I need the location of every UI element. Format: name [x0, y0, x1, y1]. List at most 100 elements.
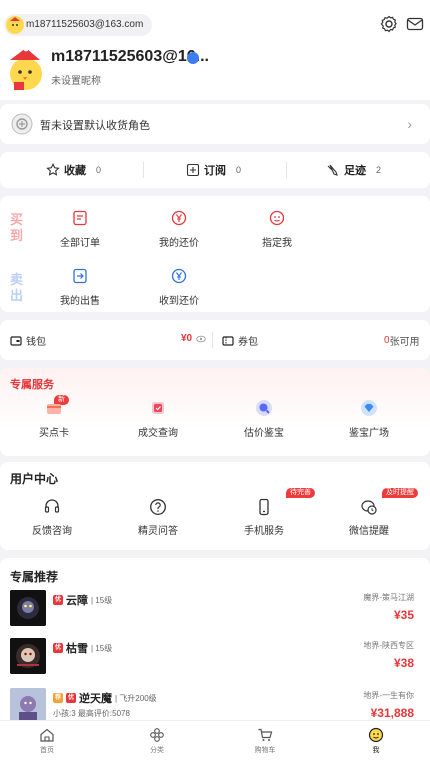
appraise-button[interactable]: 估价鉴宝 — [224, 398, 304, 439]
subscribe-icon — [186, 163, 200, 177]
my-counteroffer-button[interactable]: 我的还价 — [139, 210, 219, 249]
subscribe-count: 0 — [236, 165, 242, 175]
wallet-amount-group[interactable]: ¥0 — [181, 333, 206, 344]
list-item[interactable]: 优 云障 | 15级 魔界-策马江湖 ¥35 — [0, 590, 430, 638]
my-sales-button[interactable]: 我的出售 — [40, 268, 120, 307]
chevron-right-icon: › — [407, 116, 412, 132]
qa-button[interactable]: 精灵问答 — [118, 498, 198, 537]
received-counteroffer-button[interactable]: 收到还价 — [139, 268, 219, 307]
orders-section: 买到 卖出 全部订单 我的还价 指定我 我的出售 收到还价 — [0, 196, 430, 312]
phone-service-button[interactable]: 手机服务 — [224, 498, 304, 537]
buy-card-button[interactable]: 买点卡 — [14, 398, 94, 439]
all-orders-label: 全部订单 — [60, 238, 100, 249]
avatar[interactable] — [6, 46, 44, 94]
eye-icon[interactable] — [196, 334, 206, 344]
item-name-group: 荐 优 逆天魔 | 飞升200级 — [53, 690, 157, 706]
category-icon — [150, 728, 164, 742]
my-counteroffer-label: 我的还价 — [159, 238, 199, 249]
sell-icon — [73, 268, 87, 284]
tab-home-label: 首页 — [40, 747, 54, 754]
wechat-icon — [361, 500, 377, 515]
headset-icon — [44, 499, 60, 513]
coupon-label: 券包 — [238, 337, 258, 348]
me-icon — [368, 727, 384, 743]
subscribe-button[interactable]: 订阅 0 — [186, 162, 241, 178]
user-center-title: 用户中心 — [10, 472, 59, 486]
item-server: 地界-陕西专区 — [363, 641, 414, 650]
card-icon — [47, 404, 61, 414]
wallet-icon — [10, 335, 22, 346]
item-name: 逆天魔 — [79, 693, 112, 705]
item-price: ¥31,888 — [370, 706, 414, 720]
list-item[interactable]: 优 枯雪 | 15级 地界-陕西专区 ¥38 — [0, 638, 430, 686]
wechat-timely-badge: 及时提醒 — [382, 488, 418, 498]
gear-icon[interactable] — [379, 14, 399, 34]
seller-badge: 优 — [53, 643, 63, 653]
account-pill[interactable]: m18711525603@163.com — [4, 14, 153, 36]
wallet-button[interactable]: 钱包 — [10, 333, 46, 348]
username: m18711525603@16... — [51, 48, 209, 65]
favorites-button[interactable]: 收藏 0 — [46, 162, 101, 178]
deal-query-button[interactable]: 成交查询 — [118, 398, 198, 439]
role-text: 暂未设置默认收货角色 — [40, 120, 150, 132]
my-sales-label: 我的出售 — [60, 296, 100, 307]
item-level: | 15级 — [91, 595, 113, 605]
item-name: 枯雪 — [66, 643, 88, 655]
deal-query-label: 成交查询 — [138, 428, 178, 439]
sell-side-label: 卖出 — [10, 272, 24, 303]
item-server: 地界-一生有你 — [363, 691, 414, 700]
item-thumbnail — [10, 590, 46, 626]
wallet-amount: ¥0 — [181, 333, 193, 344]
item-level: | 15级 — [91, 643, 113, 653]
tab-cart[interactable]: 购物车 — [235, 727, 295, 755]
profile-section: m18711525603@16... 未设置昵称 — [0, 44, 430, 100]
item-price: ¥38 — [393, 656, 414, 670]
wallet-row: 钱包 ¥0 券包 0 张可用 — [0, 320, 430, 360]
yen-icon — [171, 210, 187, 226]
appraise-label: 估价鉴宝 — [244, 428, 284, 439]
recommend-title: 专属推荐 — [10, 570, 59, 584]
coupon-button[interactable]: 券包 — [222, 333, 258, 348]
appraise-square-button[interactable]: 鉴宝广场 — [329, 398, 409, 439]
exclusive-service-title: 专属服务 — [10, 379, 54, 391]
wallet-label: 钱包 — [26, 337, 46, 348]
footprint-icon — [327, 164, 338, 176]
home-icon — [40, 728, 54, 742]
tab-category[interactable]: 分类 — [127, 727, 187, 755]
buy-card-label: 买点卡 — [39, 428, 69, 439]
buy-side-label: 买到 — [10, 212, 24, 243]
assigned-me-button[interactable]: 指定我 — [237, 210, 317, 249]
default-role-row[interactable]: 暂未设置默认收货角色 › — [0, 104, 430, 144]
assigned-me-label: 指定我 — [262, 238, 292, 249]
wechat-reminder-button[interactable]: 微信提醒 — [329, 498, 409, 537]
tab-category-label: 分类 — [150, 747, 164, 754]
item-name-group: 优 枯雪 | 15级 — [53, 640, 112, 656]
order-list-icon — [73, 210, 87, 226]
mail-icon[interactable] — [405, 14, 425, 34]
footprint-count: 2 — [376, 165, 382, 175]
bottom-tab-bar: 首页 分类 购物车 我 — [0, 720, 430, 764]
tab-me-label: 我 — [372, 747, 380, 754]
role-icon — [10, 112, 34, 141]
favorites-count: 0 — [96, 165, 102, 175]
nickname[interactable]: 未设置昵称 — [51, 72, 101, 87]
feedback-button[interactable]: 反馈咨询 — [12, 498, 92, 537]
phone-pending-badge: 待完善 — [286, 488, 315, 498]
coupon-count-group[interactable]: 0 张可用 — [384, 333, 420, 348]
item-thumbnail — [10, 638, 46, 674]
phone-service-label: 手机服务 — [244, 526, 284, 537]
item-thumbnail — [10, 688, 46, 724]
all-orders-button[interactable]: 全部订单 — [40, 210, 120, 249]
qa-label: 精灵问答 — [138, 526, 178, 537]
footprint-label: 足迹 — [344, 165, 366, 177]
phone-icon — [259, 498, 269, 516]
tab-me[interactable]: 我 — [346, 727, 406, 755]
footprint-button[interactable]: 足迹 2 — [326, 162, 381, 178]
coupon-icon — [222, 335, 234, 346]
recommend-section: 专属推荐 优 云障 | 15级 魔界-策马江湖 ¥35 优 枯雪 | 15级 地… — [0, 558, 430, 728]
tab-home[interactable]: 首页 — [17, 727, 77, 755]
user-center-section: 用户中心 待完善 及时提醒 反馈咨询 精灵问答 手机服务 微信提醒 — [0, 462, 430, 550]
item-level: | 飞升200级 — [115, 693, 157, 703]
verified-icon — [187, 52, 199, 64]
item-price: ¥35 — [393, 608, 414, 622]
